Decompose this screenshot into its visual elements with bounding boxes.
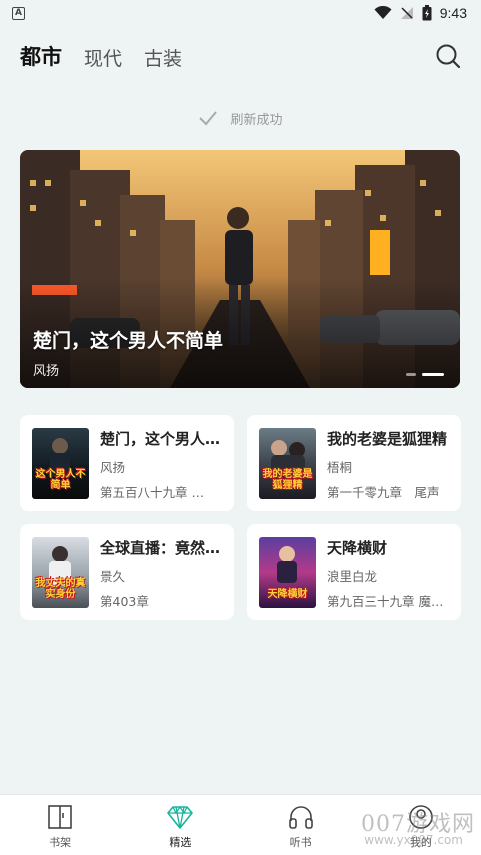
book-title: 楚门，这个男人不简单 xyxy=(100,430,224,448)
watermark-url: www.yx007.com xyxy=(364,833,463,847)
headphones-icon xyxy=(288,806,313,829)
nav-featured-label: 精选 xyxy=(169,836,192,849)
book-title: 全球直播：竟然… xyxy=(100,539,221,557)
battery-icon xyxy=(422,5,432,21)
book-latest-chapter: 第九百三十九章 魔… xyxy=(327,594,444,609)
search-icon[interactable] xyxy=(435,43,461,69)
book-cover: 我丈夫的真实身份 xyxy=(32,537,89,608)
book-cover: 我的老婆是狐狸精 xyxy=(259,428,316,499)
nav-audiobook-label: 听书 xyxy=(289,836,312,849)
tab-guzhuang[interactable]: 古装 xyxy=(144,44,182,71)
book-title: 天降横财 xyxy=(327,539,388,557)
featured-banner[interactable]: 楚门，这个男人不简单 风扬 xyxy=(20,150,460,388)
nav-featured[interactable]: 精选 xyxy=(120,795,240,855)
book-author: 风扬 xyxy=(100,460,126,475)
refresh-status: 刷新成功 xyxy=(0,108,481,128)
book-cover: 这个男人不简单 xyxy=(32,428,89,499)
book-card[interactable]: 我的老婆是狐狸精 我的老婆是狐狸精 梧桐 第一千零九章 尾声 xyxy=(247,415,461,511)
book-cover: 天降横财 xyxy=(259,537,316,608)
pagination-dot-active[interactable] xyxy=(422,373,444,376)
banner-title: 楚门，这个男人不简单 xyxy=(33,330,224,352)
wifi-icon xyxy=(374,6,392,19)
diamond-icon xyxy=(167,805,194,829)
pagination-dot[interactable] xyxy=(406,373,416,376)
bookshelf-icon xyxy=(48,805,72,829)
category-tabs: 都市 现代 古装 xyxy=(20,41,182,71)
tab-xiandai[interactable]: 现代 xyxy=(84,44,122,71)
refresh-text: 刷新成功 xyxy=(230,112,283,128)
book-author: 梧桐 xyxy=(327,460,353,475)
top-bar: 都市 现代 古装 xyxy=(0,38,481,74)
status-bar: A 9:43 xyxy=(0,0,481,26)
book-title: 我的老婆是狐狸精 xyxy=(327,430,448,448)
book-latest-chapter: 第五百八十九章 … xyxy=(100,485,204,500)
nav-bookshelf-label: 书架 xyxy=(49,836,72,849)
banner-pagination xyxy=(406,373,444,376)
book-latest-chapter: 第一千零九章 尾声 xyxy=(327,485,440,500)
book-card[interactable]: 这个男人不简单 楚门，这个男人不简单 风扬 第五百八十九章 … xyxy=(20,415,234,511)
no-signal-icon xyxy=(400,7,413,19)
app-notification-icon: A xyxy=(12,6,25,20)
book-author: 浪里白龙 xyxy=(327,569,378,584)
nav-audiobook[interactable]: 听书 xyxy=(241,795,361,855)
check-icon xyxy=(199,111,218,126)
book-author: 景久 xyxy=(100,569,126,584)
banner-author: 风扬 xyxy=(33,364,60,379)
book-card[interactable]: 天降横财 天降横财 浪里白龙 第九百三十九章 魔… xyxy=(247,524,461,620)
book-card[interactable]: 我丈夫的真实身份 全球直播：竟然… 景久 第403章 xyxy=(20,524,234,620)
clock: 9:43 xyxy=(439,5,467,21)
tab-dushi[interactable]: 都市 xyxy=(20,41,62,71)
nav-bookshelf[interactable]: 书架 xyxy=(0,795,120,855)
book-latest-chapter: 第403章 xyxy=(100,594,149,609)
